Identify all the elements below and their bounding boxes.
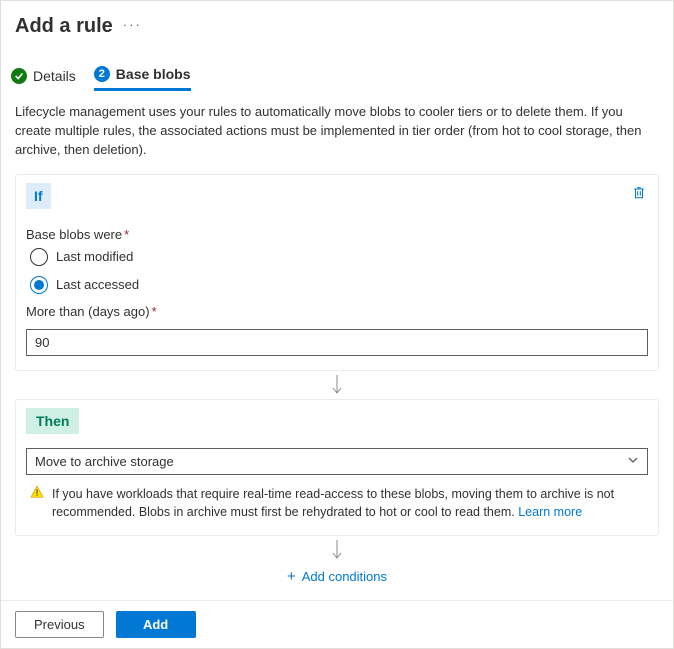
arrow-down-icon <box>15 371 659 399</box>
tab-details-label: Details <box>33 68 76 84</box>
delete-icon[interactable] <box>630 183 648 205</box>
tab-base-blobs-label: Base blobs <box>116 66 191 82</box>
add-conditions-button[interactable]: + Add conditions <box>15 564 659 595</box>
radio-icon <box>30 248 48 266</box>
footer-buttons: Previous Add <box>1 600 673 648</box>
action-select[interactable]: Move to archive storage <box>26 448 648 475</box>
warning-row: If you have workloads that require real-… <box>26 485 648 521</box>
then-action-card: Then Move to archive storage If you have… <box>15 399 659 536</box>
base-blobs-were-label: Base blobs were* <box>26 227 648 242</box>
step-number-icon: 2 <box>94 66 110 82</box>
checkmark-icon <box>11 68 27 84</box>
more-menu-icon[interactable]: ··· <box>123 17 142 36</box>
warning-icon <box>30 485 44 521</box>
page-title: Add a rule <box>15 15 113 38</box>
radio-icon <box>30 276 48 294</box>
days-input[interactable] <box>26 329 648 356</box>
description-text: Lifecycle management uses your rules to … <box>15 103 659 160</box>
radio-last-modified-label: Last modified <box>56 249 133 264</box>
arrow-down-icon <box>15 536 659 564</box>
radio-group-base-blobs: Last modified Last accessed <box>30 248 648 294</box>
plus-icon: + <box>287 568 296 585</box>
more-than-label: More than (days ago)* <box>26 304 648 319</box>
add-conditions-label: Add conditions <box>302 569 387 584</box>
learn-more-link[interactable]: Learn more <box>518 505 582 519</box>
radio-last-accessed-label: Last accessed <box>56 277 139 292</box>
add-button[interactable]: Add <box>116 611 196 638</box>
if-condition-card: If Base blobs were* Last modified Last a… <box>15 174 659 371</box>
radio-last-modified[interactable]: Last modified <box>30 248 648 266</box>
tabs: Details 2 Base blobs <box>1 42 673 91</box>
previous-button[interactable]: Previous <box>15 611 104 638</box>
action-select-value: Move to archive storage <box>35 454 174 469</box>
tab-details[interactable]: Details <box>11 68 76 90</box>
then-badge: Then <box>26 408 79 434</box>
warning-text: If you have workloads that require real-… <box>52 485 644 521</box>
if-badge: If <box>26 183 51 209</box>
chevron-down-icon <box>627 454 639 469</box>
radio-last-accessed[interactable]: Last accessed <box>30 276 648 294</box>
tab-base-blobs[interactable]: 2 Base blobs <box>94 66 191 91</box>
